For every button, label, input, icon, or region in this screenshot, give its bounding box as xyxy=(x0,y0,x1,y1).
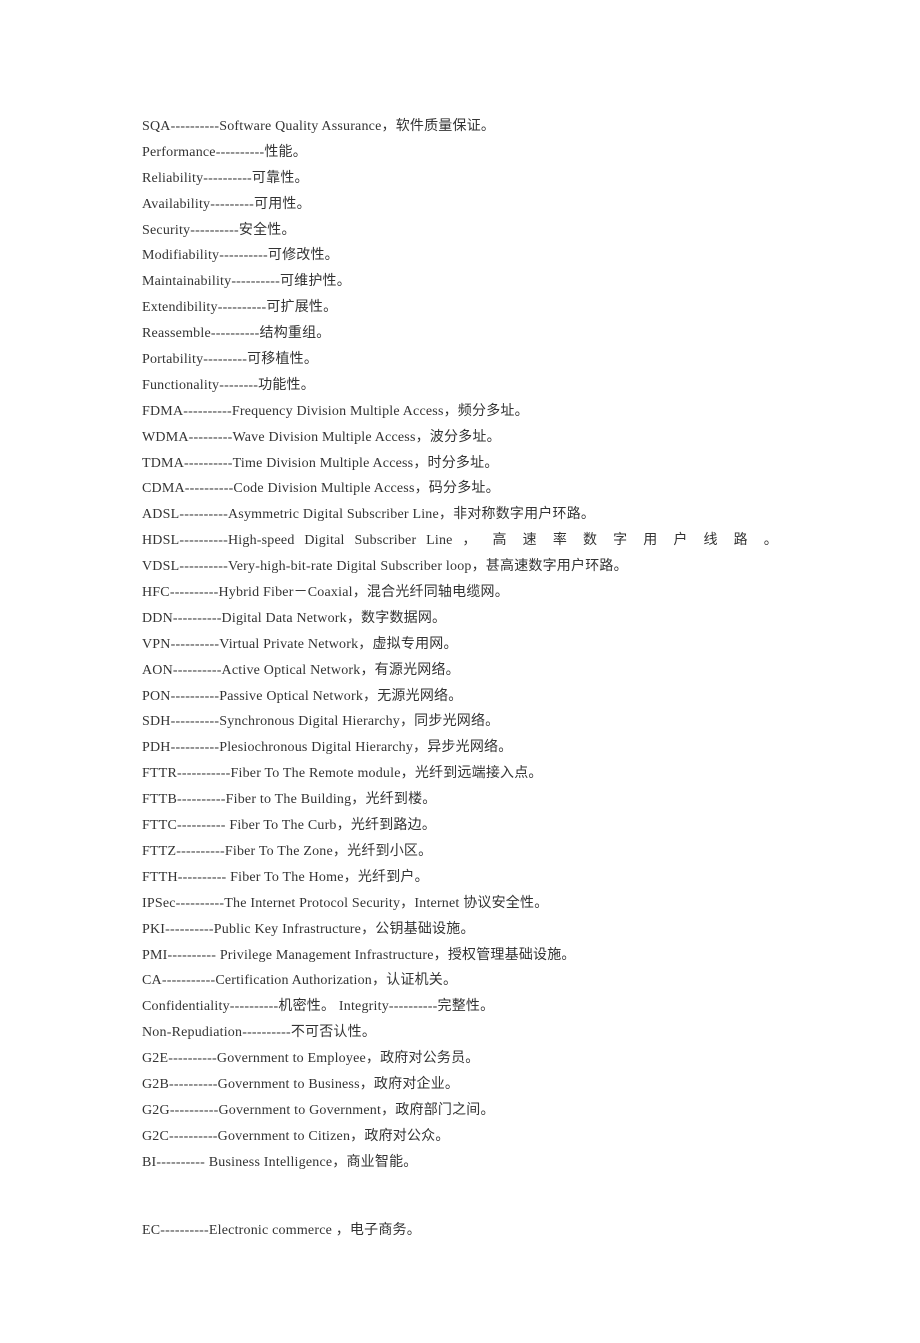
term-line: WDMA---------Wave Division Multiple Acce… xyxy=(142,425,778,451)
term-line: PON----------Passive Optical Network，无源光… xyxy=(142,684,778,710)
term-line: Non-Repudiation----------不可否认性。 xyxy=(142,1020,778,1046)
term-line: SQA----------Software Quality Assurance，… xyxy=(142,114,778,140)
term-line: Functionality--------功能性。 xyxy=(142,373,778,399)
term-line: EC----------Electronic commerce ，电子商务。 xyxy=(142,1218,778,1244)
term-line: HFC----------Hybrid Fiber－Coaxial，混合光纤同轴… xyxy=(142,580,778,606)
term-line: Availability---------可用性。 xyxy=(142,192,778,218)
term-line: VPN----------Virtual Private Network，虚拟专… xyxy=(142,632,778,658)
term-line: Extendibility----------可扩展性。 xyxy=(142,295,778,321)
term-line: Maintainability----------可维护性。 xyxy=(142,269,778,295)
term-line: Reliability----------可靠性。 xyxy=(142,166,778,192)
term-line: CDMA----------Code Division Multiple Acc… xyxy=(142,476,778,502)
term-line: BI---------- Business Intelligence，商业智能。 xyxy=(142,1150,778,1176)
term-line: FTTB----------Fiber to The Building，光纤到楼… xyxy=(142,787,778,813)
term-line: AON----------Active Optical Network，有源光网… xyxy=(142,658,778,684)
term-line: PKI----------Public Key Infrastructure，公… xyxy=(142,917,778,943)
term-line: G2G----------Government to Government，政府… xyxy=(142,1098,778,1124)
term-line: G2C----------Government to Citizen，政府对公众… xyxy=(142,1124,778,1150)
term-line: CA-----------Certification Authorization… xyxy=(142,968,778,994)
section-gap xyxy=(142,1176,778,1218)
term-line: Modifiability----------可修改性。 xyxy=(142,243,778,269)
term-line: TDMA----------Time Division Multiple Acc… xyxy=(142,451,778,477)
term-line: Confidentiality----------机密性。 Integrity-… xyxy=(142,994,778,1020)
term-line: FTTH---------- Fiber To The Home，光纤到户。 xyxy=(142,865,778,891)
term-line: IPSec----------The Internet Protocol Sec… xyxy=(142,891,778,917)
terms-list: SQA----------Software Quality Assurance，… xyxy=(142,114,778,1176)
term-line: Reassemble----------结构重组。 xyxy=(142,321,778,347)
term-line: Security----------安全性。 xyxy=(142,218,778,244)
term-line: SDH----------Synchronous Digital Hierarc… xyxy=(142,709,778,735)
term-line: DDN----------Digital Data Network，数字数据网。 xyxy=(142,606,778,632)
term-line: G2E----------Government to Employee，政府对公… xyxy=(142,1046,778,1072)
term-line: FDMA----------Frequency Division Multipl… xyxy=(142,399,778,425)
term-line: ADSL----------Asymmetric Digital Subscri… xyxy=(142,502,778,528)
term-line: HDSL----------High-speed Digital Subscri… xyxy=(142,528,778,554)
term-line: G2B----------Government to Business，政府对企… xyxy=(142,1072,778,1098)
term-line: FTTC---------- Fiber To The Curb，光纤到路边。 xyxy=(142,813,778,839)
term-line: FTTZ----------Fiber To The Zone，光纤到小区。 xyxy=(142,839,778,865)
term-line: Performance----------性能。 xyxy=(142,140,778,166)
term-line: VDSL----------Very-high-bit-rate Digital… xyxy=(142,554,778,580)
term-line: PMI---------- Privilege Management Infra… xyxy=(142,943,778,969)
term-line: FTTR-----------Fiber To The Remote modul… xyxy=(142,761,778,787)
term-line: Portability---------可移植性。 xyxy=(142,347,778,373)
term-line: PDH----------Plesiochronous Digital Hier… xyxy=(142,735,778,761)
terms-list-continued: EC----------Electronic commerce ，电子商务。 xyxy=(142,1218,778,1244)
